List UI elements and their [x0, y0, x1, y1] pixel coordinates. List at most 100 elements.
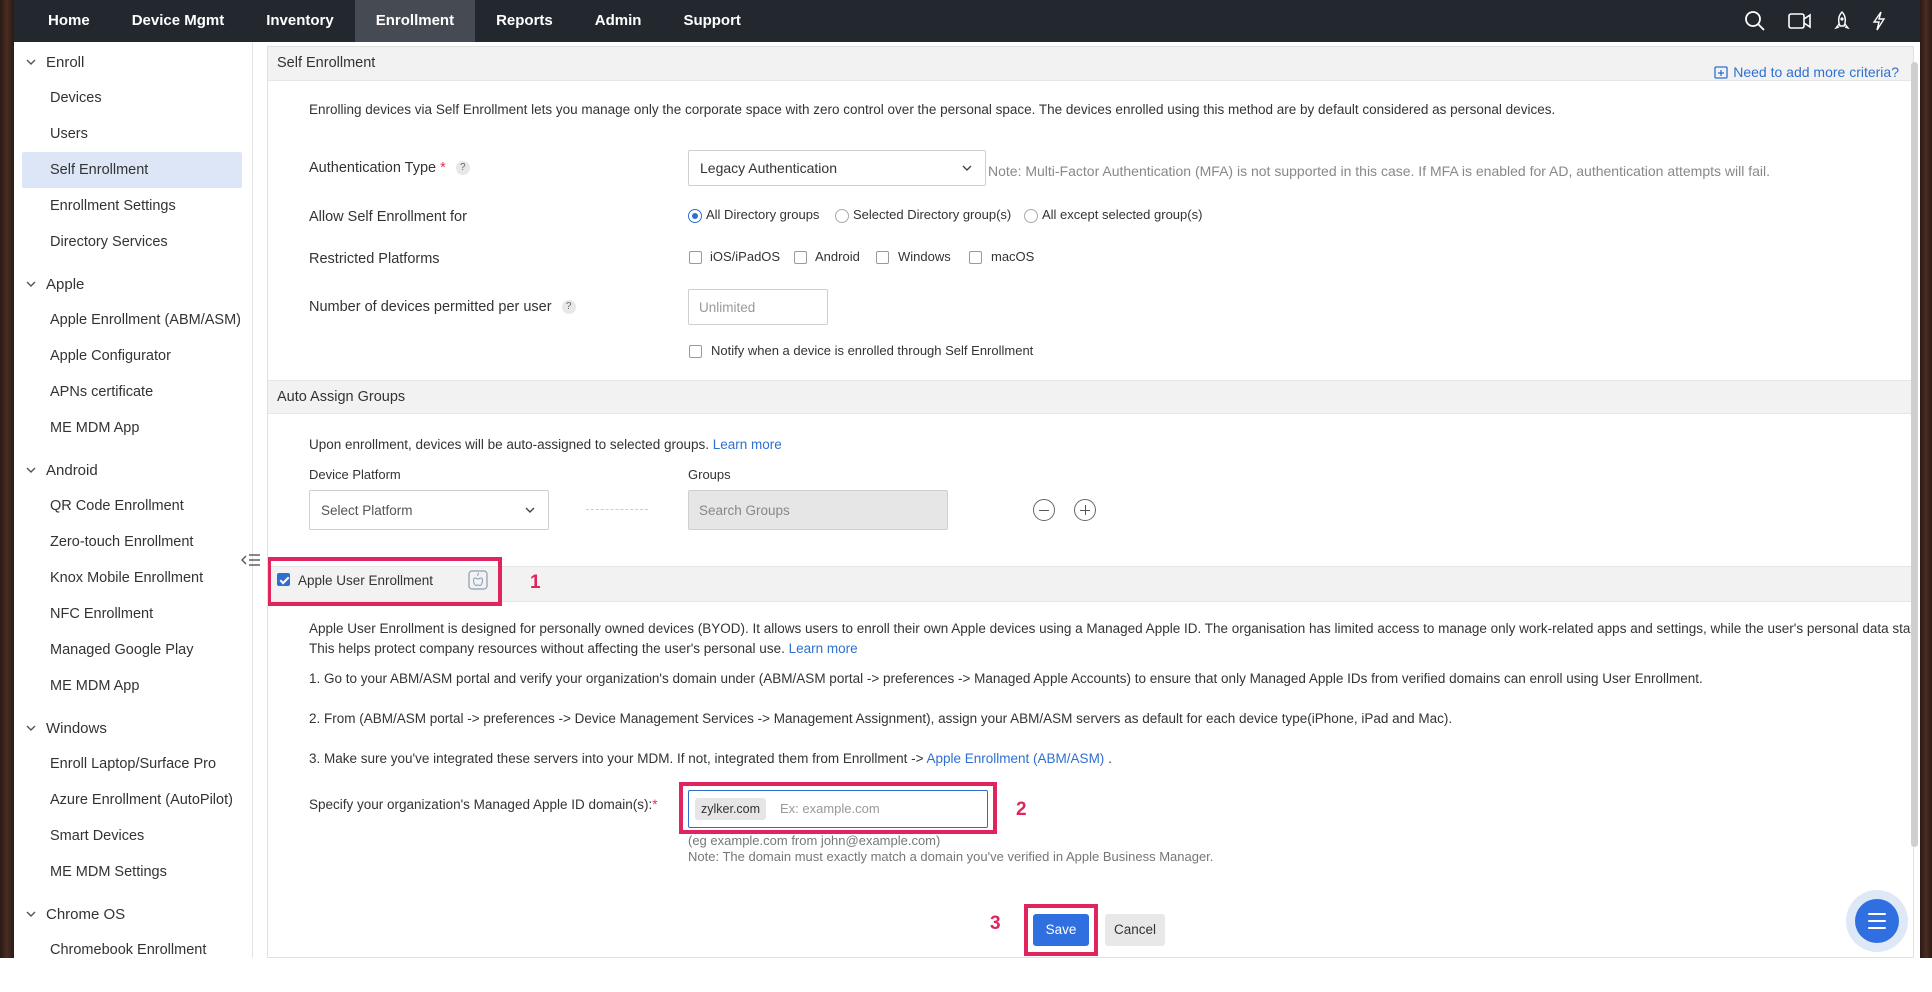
help-icon[interactable]: ? [455, 161, 470, 176]
learn-more-link[interactable]: Learn more [713, 437, 782, 452]
section-windows[interactable]: Windows [14, 710, 252, 746]
sidebar-item-me-mdm-app[interactable]: ME MDM App [22, 410, 242, 446]
sidebar-item-enroll-laptop[interactable]: Enroll Laptop/Surface Pro [22, 746, 242, 782]
collapse-sidebar-icon[interactable] [240, 550, 262, 570]
radio-selected-groups[interactable] [835, 209, 849, 223]
sidebar-item-directory-services[interactable]: Directory Services [22, 224, 242, 260]
checkbox-windows-label: Windows [898, 249, 951, 264]
intro-text: Enrolling devices via Self Enrollment le… [309, 102, 1556, 117]
auth-type-label-text: Authentication Type [309, 160, 437, 176]
user-enrollment-desc-2: This helps protect company resources wit… [309, 641, 858, 656]
connector-line [586, 509, 648, 510]
radio-selected-groups-label: Selected Directory group(s) [853, 207, 1012, 222]
nav-enrollment[interactable]: Enrollment [354, 0, 476, 42]
checkbox-notify[interactable] [689, 345, 702, 358]
sidebar-item-azure-enrollment[interactable]: Azure Enrollment (AutoPilot) [22, 782, 242, 818]
radio-all-groups[interactable] [688, 209, 702, 223]
sidebar-item-self-enrollment[interactable]: Self Enrollment [22, 152, 242, 188]
checkbox-windows[interactable] [876, 251, 889, 264]
chevron-down-icon [962, 165, 972, 171]
rocket-icon[interactable] [1834, 11, 1850, 31]
auto-assign-desc: Upon enrollment, devices will be auto-as… [309, 437, 782, 452]
devices-placeholder: Unlimited [699, 299, 756, 315]
nav-inventory[interactable]: Inventory [245, 0, 355, 42]
step-3-suffix: . [1108, 751, 1112, 766]
sidebar-item-users[interactable]: Users [22, 116, 242, 152]
search-groups-input[interactable]: Search Groups [688, 490, 948, 530]
sidebar-item-chromebook[interactable]: Chromebook Enrollment [22, 932, 242, 958]
highlight-box-2 [679, 782, 997, 834]
sidebar-item-enrollment-settings[interactable]: Enrollment Settings [22, 188, 242, 224]
search-icon[interactable] [1744, 10, 1766, 32]
learn-more-link[interactable]: Learn more [789, 641, 858, 656]
section-title: Windows [46, 719, 107, 737]
notify-label: Notify when a device is enrolled through… [711, 343, 1034, 358]
auth-type-label: Authentication Type * ? [309, 160, 470, 176]
nav-home[interactable]: Home [14, 0, 111, 42]
required-mark: * [652, 797, 658, 812]
auto-assign-header: Auto Assign Groups [268, 380, 1913, 414]
desktop-edge-left [0, 0, 14, 992]
checkbox-android-label: Android [815, 249, 860, 264]
allow-label: Allow Self Enrollment for [309, 209, 467, 225]
section-android[interactable]: Android [14, 452, 252, 488]
highlight-box-1 [268, 557, 502, 606]
section-enroll[interactable]: Enroll [14, 44, 252, 80]
checkbox-macos[interactable] [969, 251, 982, 264]
domain-label-text: Specify your organization's Managed Appl… [309, 797, 653, 812]
section-apple[interactable]: Apple [14, 266, 252, 302]
auth-type-select[interactable]: Legacy Authentication [688, 150, 986, 186]
groups-label: Groups [688, 467, 731, 482]
sidebar-item-managed-google-play[interactable]: Managed Google Play [22, 632, 242, 668]
window-bottom [0, 958, 1932, 992]
sidebar-item-qr-code[interactable]: QR Code Enrollment [22, 488, 242, 524]
criteria-link[interactable]: Need to add more criteria? [1714, 56, 1899, 88]
section-title: Apple [46, 275, 85, 293]
sidebar-item-apns-certificate[interactable]: APNs certificate [22, 374, 242, 410]
sidebar-item-smart-devices[interactable]: Smart Devices [22, 818, 242, 854]
step-3-text: 3. Make sure you've integrated these ser… [309, 751, 924, 766]
sidebar: Enroll Devices Users Self Enrollment Enr… [14, 42, 253, 958]
cancel-button[interactable]: Cancel [1105, 914, 1165, 946]
section-title: Auto Assign Groups [277, 389, 406, 405]
domain-note: Note: The domain must exactly match a do… [688, 849, 1214, 864]
devices-per-user-input[interactable]: Unlimited [688, 289, 828, 325]
section-title: Enroll [46, 53, 85, 71]
radio-all-except[interactable] [1024, 209, 1038, 223]
device-platform-select[interactable]: Select Platform [309, 490, 549, 530]
checkbox-ios-label: iOS/iPadOS [710, 249, 781, 264]
sidebar-item-apple-enrollment[interactable]: Apple Enrollment (ABM/ASM) [22, 302, 242, 338]
help-menu-button[interactable] [1846, 890, 1908, 952]
sidebar-item-me-mdm-app-android[interactable]: ME MDM App [22, 668, 242, 704]
top-nav: Home Device Mgmt Inventory Enrollment Re… [14, 0, 1920, 42]
nav-device-mgmt[interactable]: Device Mgmt [111, 0, 246, 42]
add-row-button[interactable] [1074, 499, 1096, 521]
sidebar-item-devices[interactable]: Devices [22, 80, 242, 116]
help-icon[interactable]: ? [561, 300, 576, 315]
apple-enrollment-link[interactable]: Apple Enrollment (ABM/ASM) [927, 751, 1105, 766]
auto-assign-desc-text: Upon enrollment, devices will be auto-as… [309, 437, 709, 452]
section-chrome-os[interactable]: Chrome OS [14, 896, 252, 932]
vertical-scrollbar[interactable] [1911, 62, 1918, 847]
checkbox-ios[interactable] [689, 251, 702, 264]
step-2: 2. From (ABM/ASM portal -> preferences -… [309, 711, 1453, 726]
sidebar-item-nfc[interactable]: NFC Enrollment [22, 596, 242, 632]
checkbox-android[interactable] [794, 251, 807, 264]
sidebar-item-zero-touch[interactable]: Zero-touch Enrollment [22, 524, 242, 560]
checkbox-macos-label: macOS [991, 249, 1035, 264]
lightning-icon[interactable] [1872, 11, 1886, 31]
nav-support[interactable]: Support [662, 0, 762, 42]
video-icon[interactable] [1788, 12, 1812, 30]
step-1: 1. Go to your ABM/ASM portal and verify … [309, 671, 1703, 686]
nav-reports[interactable]: Reports [475, 0, 574, 42]
devices-label-text: Number of devices permitted per user [309, 299, 552, 315]
sidebar-item-apple-configurator[interactable]: Apple Configurator [22, 338, 242, 374]
criteria-link-text[interactable]: Need to add more criteria? [1733, 56, 1899, 88]
sidebar-item-me-mdm-settings[interactable]: ME MDM Settings [22, 854, 242, 890]
chevron-down-icon [26, 725, 36, 731]
nav-admin[interactable]: Admin [574, 0, 663, 42]
domain-hint: (eg example.com from john@example.com) [688, 833, 941, 848]
user-enrollment-desc: Apple User Enrollment is designed for pe… [309, 621, 1914, 636]
remove-row-button[interactable] [1033, 499, 1055, 521]
sidebar-item-knox[interactable]: Knox Mobile Enrollment [22, 560, 242, 596]
